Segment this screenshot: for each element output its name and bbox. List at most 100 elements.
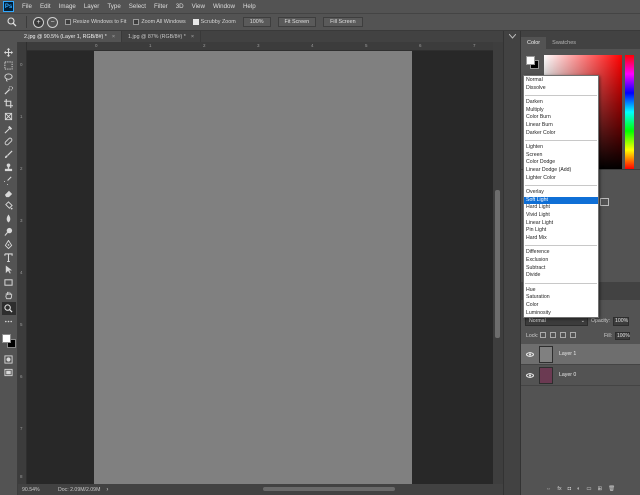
scrubby-zoom-checkbox[interactable] (192, 19, 199, 25)
blend-option-exclusion[interactable]: Exclusion (524, 257, 598, 265)
fx-icon[interactable]: fx (557, 486, 561, 492)
trash-icon[interactable]: 🗑 (608, 486, 615, 492)
lock-position-icon[interactable] (550, 332, 556, 338)
blend-option-multiply[interactable]: Multiply (524, 107, 598, 115)
blend-option-divide[interactable]: Divide (524, 272, 598, 280)
menu-edit[interactable]: Edit (36, 3, 55, 10)
blend-option-color[interactable]: Color (524, 302, 598, 310)
paint-bucket-tool-icon[interactable] (2, 200, 16, 213)
resize-windows-checkbox[interactable] (65, 19, 71, 25)
zoom-all-windows-checkbox[interactable] (133, 19, 140, 25)
blend-mode-select[interactable]: Normal ⌄ (525, 317, 588, 326)
scrollbar-thumb[interactable] (495, 190, 500, 338)
scrubby-zoom-option[interactable]: Scrubby Zoom (192, 19, 236, 25)
blur-tool-icon[interactable] (2, 212, 16, 225)
eye-icon[interactable] (521, 351, 539, 357)
blend-option-darker-color[interactable]: Darker Color (524, 130, 598, 138)
blend-option-dissolve[interactable]: Dissolve (524, 85, 598, 93)
tab-swatches[interactable]: Swatches (546, 37, 582, 49)
blend-option-linear-burn[interactable]: Linear Burn (524, 122, 598, 130)
healing-brush-tool-icon[interactable] (2, 136, 16, 149)
lasso-tool-icon[interactable] (2, 72, 16, 85)
lock-pixels-icon[interactable] (540, 332, 546, 338)
zoom-out-icon[interactable]: − (47, 16, 58, 28)
blend-option-soft-light[interactable]: Soft Light (524, 196, 598, 205)
type-tool-icon[interactable] (2, 251, 16, 264)
menu-file[interactable]: File (18, 3, 36, 10)
hue-slider[interactable] (625, 55, 634, 169)
link-icon[interactable]: ⇔ (546, 486, 552, 492)
menu-type[interactable]: Type (103, 3, 124, 10)
screen-mode-icon[interactable] (2, 366, 16, 379)
blend-mode-dropdown[interactable]: Normal Dissolve Darken Multiply Color Burn Li… (523, 75, 599, 318)
clone-stamp-tool-icon[interactable] (2, 161, 16, 174)
folder-icon[interactable]: ▭ (586, 486, 591, 492)
new-layer-icon[interactable]: ⊞ (598, 486, 603, 492)
menu-image[interactable]: Image (55, 3, 80, 10)
blend-option-luminosity[interactable]: Luminosity (524, 310, 598, 318)
menu-3d[interactable]: 3D (172, 3, 188, 10)
blend-option-subtract[interactable]: Subtract (524, 265, 598, 273)
fit-screen-button[interactable]: Fit Screen (277, 17, 317, 27)
horizontal-scrollbar-thumb[interactable] (263, 487, 395, 491)
zoom-tool-icon[interactable] (1, 301, 16, 315)
fill-input[interactable]: 100% (615, 332, 630, 340)
zoom-tool-preset-icon[interactable] (4, 15, 20, 29)
artboard-tool-icon[interactable] (2, 59, 16, 72)
layer-thumbnail[interactable] (539, 366, 553, 384)
close-icon[interactable]: × (112, 34, 115, 40)
menu-filter[interactable]: Filter (150, 3, 172, 10)
blend-option-linear-dodge-add[interactable]: Linear Dodge (Add) (524, 167, 598, 175)
zoom-level[interactable]: 90.54% (18, 487, 50, 493)
close-icon[interactable]: × (191, 34, 194, 40)
layer-row-layer-0[interactable]: Layer 0 (521, 365, 640, 386)
zoom-in-icon[interactable]: + (33, 16, 44, 28)
blend-option-hue[interactable]: Hue (524, 287, 598, 295)
more-tools-icon[interactable] (2, 315, 16, 328)
blend-option-screen[interactable]: Screen (524, 152, 598, 160)
pasteboard[interactable] (27, 51, 493, 484)
blend-option-difference[interactable]: Difference (524, 249, 598, 257)
document-canvas[interactable] (94, 51, 412, 484)
frame-tool-icon[interactable] (2, 110, 16, 123)
foreground-color-chip[interactable] (526, 56, 535, 65)
document-tab-active[interactable]: 2.jpg @ 90.5% (Layer 1, RGB/8#) * × (18, 31, 123, 42)
collapse-icon[interactable] (509, 34, 516, 39)
eyedropper-tool-icon[interactable] (2, 123, 16, 136)
eraser-tool-icon[interactable] (2, 187, 16, 200)
blend-option-linear-light[interactable]: Linear Light (524, 220, 598, 228)
vertical-scrollbar[interactable] (493, 42, 503, 484)
vertical-ruler[interactable]: 0 1 2 3 4 5 6 7 8 (18, 42, 27, 484)
lock-artboard-icon[interactable] (560, 332, 566, 338)
hand-tool-icon[interactable] (2, 289, 16, 302)
menu-select[interactable]: Select (125, 3, 150, 10)
blend-option-darken[interactable]: Darken (524, 99, 598, 107)
blend-option-color-dodge[interactable]: Color Dodge (524, 159, 598, 167)
blend-option-hard-light[interactable]: Hard Light (524, 204, 598, 212)
layer-name[interactable]: Layer 1 (559, 351, 576, 357)
history-brush-tool-icon[interactable] (2, 174, 16, 187)
blend-option-normal[interactable]: Normal (524, 77, 598, 85)
adjustment-icon[interactable]: ◐ (577, 486, 580, 492)
horizontal-ruler[interactable]: 0 1 2 3 4 5 6 7 (27, 42, 493, 51)
mask-icon[interactable]: ◘ (568, 486, 571, 492)
blend-option-vivid-light[interactable]: Vivid Light (524, 212, 598, 220)
path-selection-tool-icon[interactable] (2, 264, 16, 277)
document-tab[interactable]: 1.jpg @ 87% (RGB/8#) * × (122, 31, 202, 42)
blend-option-saturation[interactable]: Saturation (524, 294, 598, 302)
move-tool-icon[interactable] (2, 46, 16, 59)
blend-option-overlay[interactable]: Overlay (524, 189, 598, 197)
blend-option-lighten[interactable]: Lighten (524, 144, 598, 152)
quick-selection-tool-icon[interactable] (2, 84, 16, 97)
pen-tool-icon[interactable] (2, 238, 16, 251)
crop-tool-icon[interactable] (2, 97, 16, 110)
rectangle-tool-icon[interactable] (2, 276, 16, 289)
grid-adjustment-icon[interactable] (600, 198, 609, 206)
menu-view[interactable]: View (188, 3, 209, 10)
zoom-100-button[interactable]: 100% (242, 17, 271, 27)
layer-row-layer-1[interactable]: Layer 1 (521, 344, 640, 365)
color-swatches[interactable] (1, 333, 16, 348)
blend-option-hard-mix[interactable]: Hard Mix (524, 235, 598, 243)
zoom-all-windows-option[interactable]: Zoom All Windows (133, 19, 186, 25)
foreground-color-swatch[interactable] (1, 333, 11, 343)
